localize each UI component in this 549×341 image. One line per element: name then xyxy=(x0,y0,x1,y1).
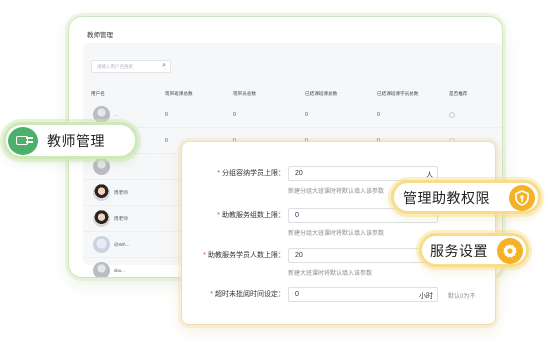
username: @Wh... xyxy=(114,242,130,247)
table-cell: 0 xyxy=(377,112,380,118)
field-label: * 分组容纳学员上限： xyxy=(217,170,285,177)
recommend-radio[interactable] xyxy=(449,112,455,118)
assistant-permission-pill[interactable]: 管理助教权限 xyxy=(391,180,541,214)
required-mark: * xyxy=(217,212,220,219)
avatar xyxy=(93,106,110,123)
avatar xyxy=(93,236,110,253)
column-header-current-classes: 现带班课总数 xyxy=(165,91,193,96)
required-mark: * xyxy=(203,252,206,259)
assistant-permission-label: 管理助教权限 xyxy=(403,190,490,206)
field-extra-hint: 默认0为不 xyxy=(448,294,476,300)
username: 周老师 xyxy=(114,190,128,195)
column-header-current-students: 现带员总数 xyxy=(233,91,256,96)
assistant-student-limit-input[interactable]: 20 xyxy=(288,248,438,263)
field-label: * 助教服务组数上限： xyxy=(217,212,285,219)
avatar xyxy=(93,158,110,175)
column-header-recommended: 是否推荐 xyxy=(449,91,468,96)
avatar xyxy=(93,184,110,201)
username: ... xyxy=(114,112,118,117)
field-label: * 超时未批阅时间设定： xyxy=(210,291,285,298)
id-card-icon xyxy=(8,127,38,155)
teacher-management-label: 教师管理 xyxy=(47,133,105,149)
shield-key-icon xyxy=(509,185,535,211)
teacher-management-pill[interactable]: 教师管理 xyxy=(3,122,138,159)
required-mark: * xyxy=(210,291,213,298)
field-label: * 助教服务学员人数上限： xyxy=(203,252,285,259)
avatar xyxy=(93,210,110,227)
required-mark: * xyxy=(217,170,220,177)
group-capacity-input[interactable]: 20 人 xyxy=(288,166,438,181)
search-placeholder: 请输入用户名搜索 xyxy=(97,64,133,69)
service-settings-label: 服务设置 xyxy=(430,243,488,259)
field-hint: 新建大班课时将默认填入该参数 xyxy=(288,271,373,277)
field-hint: 新建分组大班课时将默认填入该参数 xyxy=(288,231,385,237)
service-settings-pill[interactable]: 服务设置 xyxy=(419,233,529,267)
search-icon[interactable]: ⌕ xyxy=(162,62,166,70)
table-cell: 0 xyxy=(233,112,236,118)
review-timeout-input[interactable]: 0 小时 xyxy=(288,287,438,302)
form-row: * 超时未批阅时间设定： 0 小时 默认0为不 xyxy=(182,287,495,324)
field-hint: 新建分组大班课时将默认填入该参数 xyxy=(288,189,385,195)
column-header-ended-classes: 已结课班课总数 xyxy=(305,91,338,96)
table-cell: 0 xyxy=(305,112,308,118)
table-cell: 0 xyxy=(165,112,168,118)
column-header-username: 用户名 xyxy=(91,91,105,96)
page-title: 教师管理 xyxy=(87,32,113,39)
search-input[interactable]: 请输入用户名搜索 ⌕ xyxy=(91,60,171,73)
column-header-ended-students: 已结课班课学员总数 xyxy=(377,91,419,96)
username: 周老师 xyxy=(114,216,128,221)
username: sbx... xyxy=(114,268,125,273)
table-row[interactable]: ... 0 0 0 0 xyxy=(83,102,502,128)
avatar xyxy=(93,262,110,277)
gear-icon xyxy=(497,238,523,264)
table-cell: 0 xyxy=(165,138,168,144)
